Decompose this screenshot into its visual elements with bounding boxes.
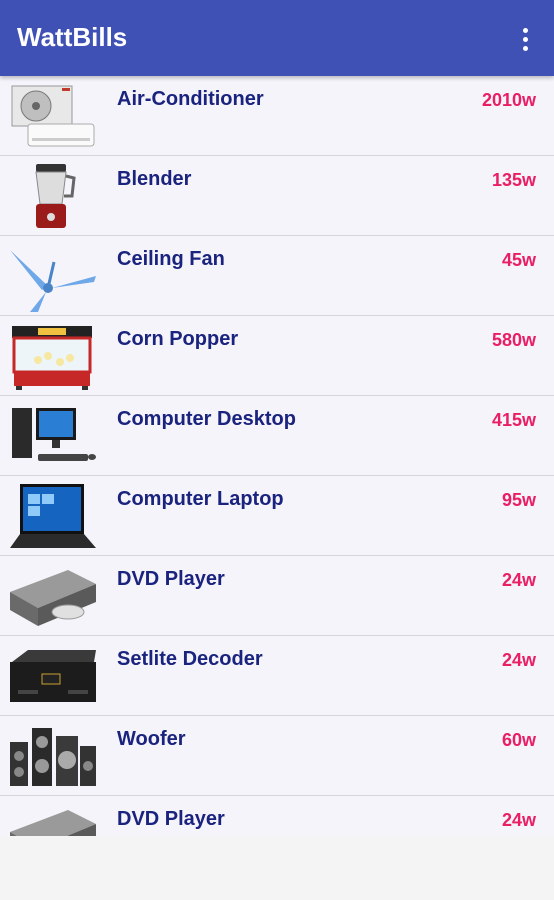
appliance-name: Air-Conditioner xyxy=(117,88,264,110)
list-item[interactable]: Corn Popper 580w xyxy=(0,316,554,396)
appliance-watts: 45w xyxy=(501,250,536,270)
appliance-name: DVD Player xyxy=(117,808,225,830)
appliance-name: Setlite Decoder xyxy=(117,648,263,670)
appliance-watts: 2010w xyxy=(481,90,536,110)
woofer-icon xyxy=(8,722,98,792)
decoder-icon xyxy=(8,642,98,712)
appliance-watts: 580w xyxy=(491,330,536,350)
ceiling-fan-icon xyxy=(8,242,98,312)
more-vert-icon[interactable] xyxy=(510,22,540,56)
list-item[interactable]: Air-Conditioner 2010w xyxy=(0,76,554,156)
list-item[interactable]: DVD Player 24w xyxy=(0,796,554,836)
appliance-watts: 24w xyxy=(501,650,536,670)
app-title: WattBills xyxy=(17,22,128,52)
dvd-player-icon xyxy=(8,562,98,632)
appliance-watts: 24w xyxy=(501,810,536,830)
appliance-watts: 60w xyxy=(501,730,536,750)
appliance-name: DVD Player xyxy=(117,568,225,590)
appliance-name: Computer Laptop xyxy=(117,488,284,510)
appliance-name: Blender xyxy=(117,168,192,190)
appliance-name: Corn Popper xyxy=(117,328,239,350)
list-item[interactable]: Ceiling Fan 45w xyxy=(0,236,554,316)
corn-popper-icon xyxy=(8,322,98,392)
appliance-watts: 95w xyxy=(501,490,536,510)
list-item[interactable]: Blender 135w xyxy=(0,156,554,236)
list-item[interactable]: Computer Desktop 415w xyxy=(0,396,554,476)
blender-icon xyxy=(8,162,98,232)
air-conditioner-icon xyxy=(8,82,98,152)
empty-footer xyxy=(0,836,554,900)
appliance-name: Computer Desktop xyxy=(117,408,296,430)
appliance-name: Ceiling Fan xyxy=(117,248,225,270)
app-bar: WattBills xyxy=(0,0,554,76)
appliance-name: Woofer xyxy=(117,728,186,750)
list-item[interactable]: DVD Player 24w xyxy=(0,556,554,636)
desktop-computer-icon xyxy=(8,402,98,472)
appliance-watts: 135w xyxy=(491,170,536,190)
list-item[interactable]: Computer Laptop 95w xyxy=(0,476,554,556)
dvd-player-icon xyxy=(8,802,98,836)
list-item[interactable]: Setlite Decoder 24w xyxy=(0,636,554,716)
appliance-watts: 24w xyxy=(501,570,536,590)
appliance-list[interactable]: Air-Conditioner 2010w Blender 135w Ceili… xyxy=(0,76,554,836)
list-item[interactable]: Woofer 60w xyxy=(0,716,554,796)
laptop-icon xyxy=(8,482,98,552)
appliance-watts: 415w xyxy=(491,410,536,430)
